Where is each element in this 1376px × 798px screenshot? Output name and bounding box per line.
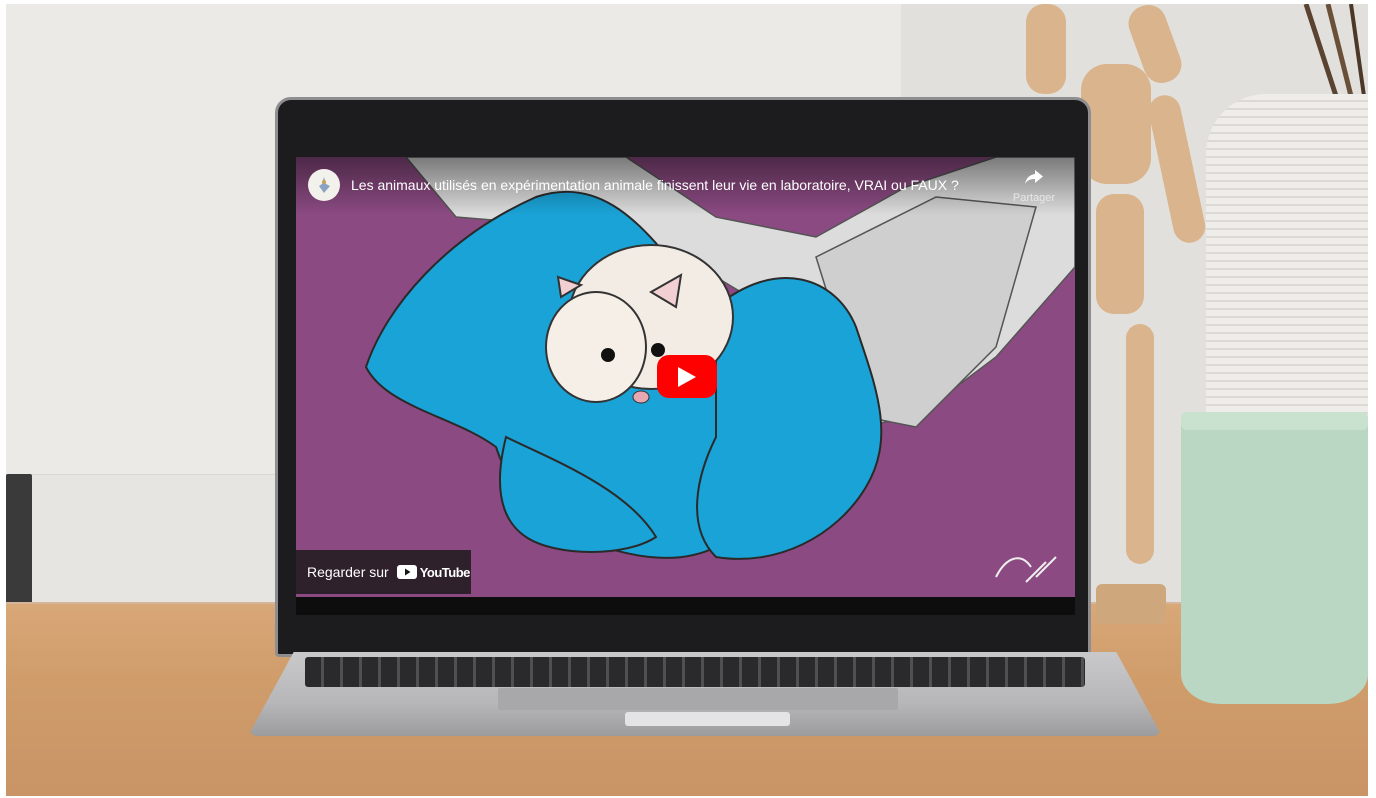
share-label: Partager bbox=[1012, 192, 1056, 204]
play-button[interactable] bbox=[657, 355, 717, 398]
green-mug bbox=[1181, 412, 1368, 704]
channel-avatar-icon[interactable] bbox=[308, 169, 340, 201]
video-title[interactable]: Les animaux utilisés en expérimentation … bbox=[351, 177, 991, 193]
white-vase bbox=[1206, 94, 1368, 424]
screen-bezel-bottom bbox=[296, 597, 1075, 615]
mug-rim bbox=[1181, 412, 1368, 430]
watch-on-youtube-button[interactable]: Regarder sur YouTube bbox=[296, 550, 471, 594]
video-player[interactable]: Les animaux utilisés en expérimentation … bbox=[296, 157, 1075, 597]
laptop-hinge-notch bbox=[625, 712, 790, 726]
play-icon bbox=[678, 366, 696, 387]
laptop-keyboard bbox=[305, 657, 1085, 687]
laptop-trackpad bbox=[498, 688, 898, 710]
video-top-bar: Les animaux utilisés en expérimentation … bbox=[296, 157, 1075, 215]
youtube-wordmark: YouTube bbox=[419, 564, 471, 580]
brush-sticks bbox=[1303, 4, 1366, 97]
youtube-logo-icon: YouTube bbox=[396, 564, 471, 580]
watch-on-label: Regarder sur bbox=[307, 564, 389, 580]
share-arrow-icon bbox=[1025, 170, 1043, 184]
share-button[interactable]: Partager bbox=[1007, 170, 1061, 204]
